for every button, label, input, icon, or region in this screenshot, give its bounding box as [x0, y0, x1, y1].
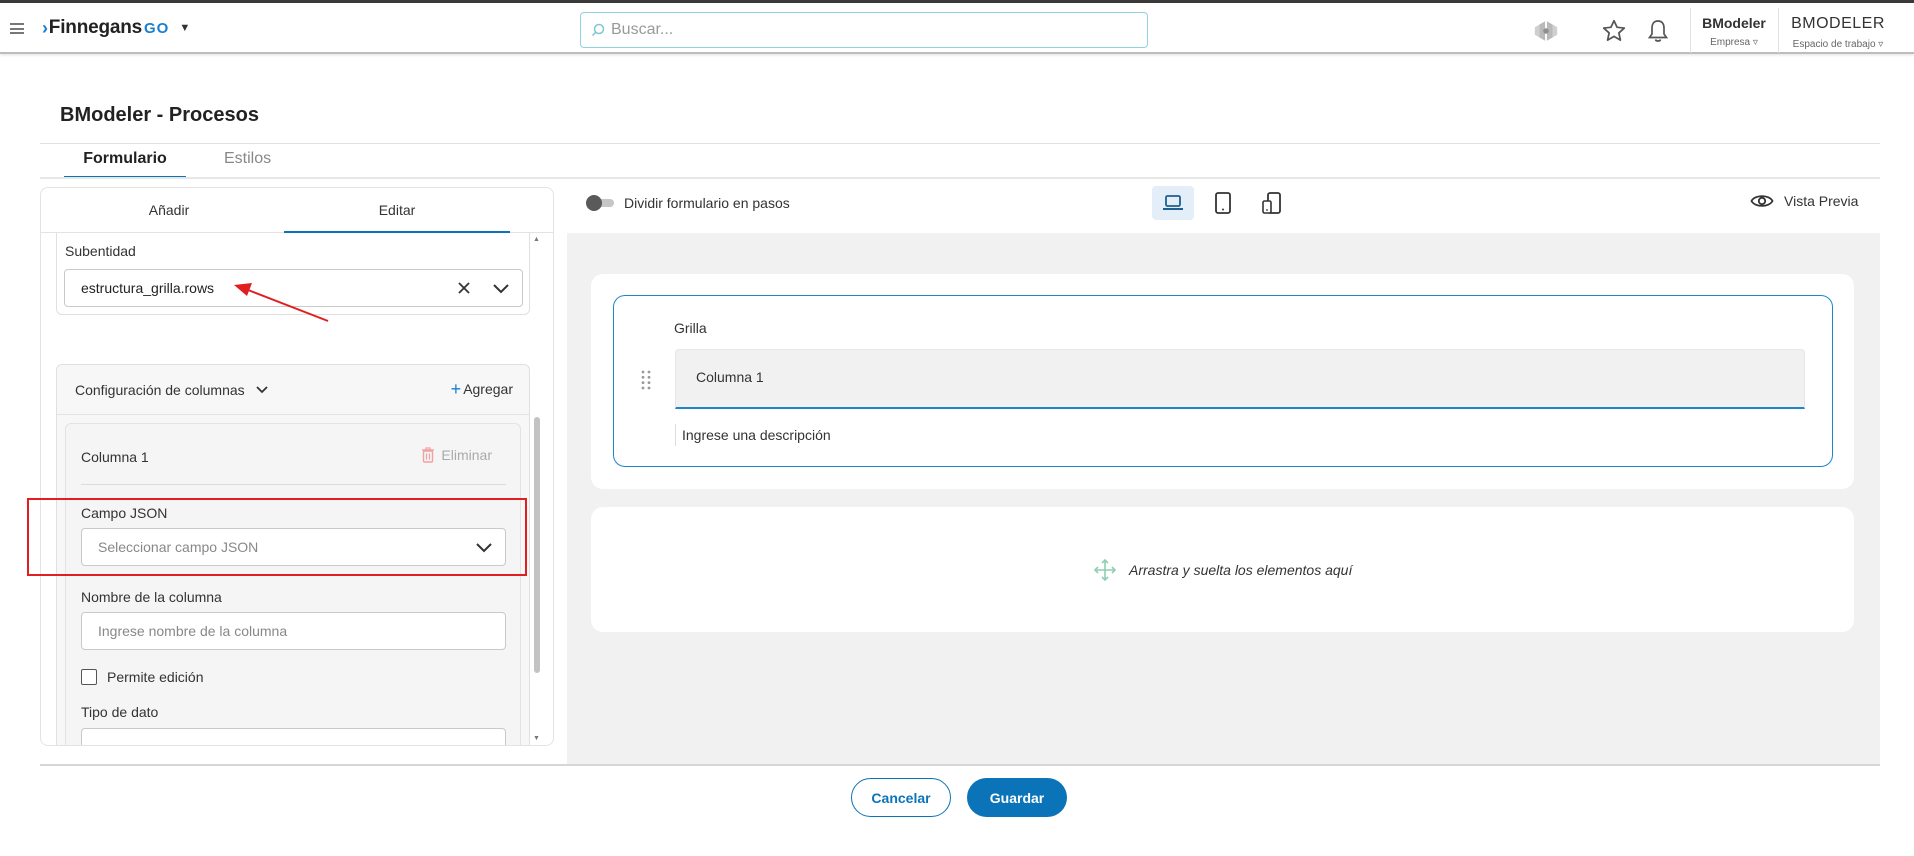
workspace-caret-icon: ▿ [1878, 39, 1884, 50]
toggle-knob [586, 195, 602, 211]
move-arrows-icon [1093, 558, 1117, 582]
device-tablet-button[interactable] [1202, 186, 1244, 220]
clear-icon[interactable] [456, 280, 472, 296]
chevron-down-icon [256, 386, 268, 394]
header-separator [1778, 8, 1779, 53]
preview-button[interactable]: Vista Previa [1750, 193, 1858, 209]
page-title: BModeler - Procesos [60, 104, 259, 126]
annotation-highlight-box [27, 498, 527, 576]
trash-icon [422, 447, 435, 463]
tablet-icon [1215, 192, 1231, 214]
save-button[interactable]: Guardar [967, 778, 1067, 817]
add-column-label: Agregar [463, 381, 513, 397]
grid-description[interactable]: Ingrese una descripción [675, 424, 831, 446]
logo-suffix: GO [144, 19, 170, 37]
chevron-down-icon[interactable] [492, 281, 510, 295]
tab-anadir[interactable]: Añadir [41, 202, 297, 218]
column-name-input[interactable]: Ingrese nombre de la columna [81, 612, 506, 650]
company-selector[interactable]: BModeler Empresa ▿ [1696, 15, 1772, 48]
subentity-card: Subentidad estructura_grilla.rows [56, 233, 530, 315]
columns-config-header: Configuración de columnas + Agregar [57, 365, 529, 415]
grid-column-header[interactable]: Columna 1 [675, 349, 1805, 409]
hamburger-menu-icon[interactable] [10, 23, 24, 34]
delete-column-label: Eliminar [441, 447, 492, 463]
assistant-icon[interactable] [1532, 17, 1560, 45]
company-label: Empresa [1710, 37, 1751, 48]
split-steps-toggle[interactable] [586, 195, 614, 211]
panel-scrollbar[interactable]: ▲ ▼ [530, 233, 544, 745]
scroll-up-icon[interactable]: ▲ [533, 236, 540, 243]
subentity-value: estructura_grilla.rows [81, 280, 215, 296]
delete-column-button[interactable]: Eliminar [421, 447, 492, 463]
allow-edit-label: Permite edición [107, 669, 204, 685]
add-column-button[interactable]: + Agregar [450, 379, 513, 399]
workspace-label: Espacio de trabajo [1792, 39, 1876, 50]
app-logo[interactable]: › Finnegans GO ▼ [42, 17, 190, 39]
search-bar[interactable] [580, 12, 1148, 48]
mobile-rotate-icon [1262, 192, 1281, 214]
tab-editar[interactable]: Editar [284, 202, 510, 218]
eye-icon [1750, 195, 1774, 207]
logo-text: Finnegans [48, 17, 143, 38]
top-navbar: › Finnegans GO ▼ BModeler Empresa ▿ BMOD… [0, 3, 1914, 54]
laptop-icon [1163, 195, 1183, 210]
subentity-label: Subentidad [65, 243, 136, 259]
column-name-label: Nombre de la columna [81, 589, 222, 605]
split-steps-label: Dividir formulario en pasos [624, 195, 790, 211]
properties-panel: Añadir Editar Subentidad estructura_gril… [40, 187, 554, 746]
header-separator [1690, 8, 1691, 53]
scrollbar-thumb[interactable] [534, 417, 540, 673]
subentity-select[interactable]: estructura_grilla.rows [64, 269, 523, 307]
footer-divider [40, 764, 1880, 766]
preview-label: Vista Previa [1784, 193, 1859, 209]
data-type-select[interactable] [81, 728, 506, 745]
company-name: BModeler [1702, 15, 1766, 31]
columns-config-title: Configuración de columnas [75, 382, 245, 398]
grid-label: Grilla [674, 320, 707, 336]
panel-tabs: Añadir Editar [41, 188, 553, 233]
search-icon [591, 23, 605, 37]
scroll-down-icon[interactable]: ▼ [533, 735, 540, 742]
column-name-placeholder: Ingrese nombre de la columna [98, 623, 288, 639]
drop-hint: Arrastra y suelta los elementos aquí [1093, 558, 1352, 582]
drag-handle-icon[interactable] [641, 370, 651, 395]
columns-config-toggle[interactable]: Configuración de columnas [75, 382, 269, 398]
logo-chevron-icon: › [42, 17, 48, 38]
device-mobile-button[interactable] [1251, 186, 1293, 220]
allow-edit-checkbox[interactable] [81, 669, 97, 685]
column-card-title: Columna 1 [81, 449, 149, 465]
notifications-bell-icon[interactable] [1644, 17, 1672, 45]
plus-icon: + [450, 379, 462, 399]
tab-formulario[interactable]: Formulario [64, 150, 186, 179]
favorites-star-icon[interactable] [1600, 17, 1628, 45]
column-card-divider [81, 484, 506, 485]
tab-estilos[interactable]: Estilos [224, 150, 271, 168]
device-desktop-button[interactable] [1152, 186, 1194, 220]
data-type-label: Tipo de dato [81, 704, 159, 720]
search-input[interactable] [611, 21, 1111, 39]
column-card: Columna 1 Eliminar Campo JSON Selecciona… [65, 423, 521, 745]
company-caret-icon: ▿ [1752, 37, 1758, 48]
tabs-top-divider [40, 143, 1880, 144]
workspace-selector[interactable]: BMODELER Espacio de trabajo ▿ [1786, 15, 1890, 50]
workspace-name: BMODELER [1791, 15, 1885, 32]
cancel-button[interactable]: Cancelar [851, 778, 951, 817]
logo-caret-down-icon[interactable]: ▼ [179, 22, 190, 34]
tabs-bottom-divider [40, 177, 1880, 179]
drop-hint-text: Arrastra y suelta los elementos aquí [1129, 562, 1353, 578]
